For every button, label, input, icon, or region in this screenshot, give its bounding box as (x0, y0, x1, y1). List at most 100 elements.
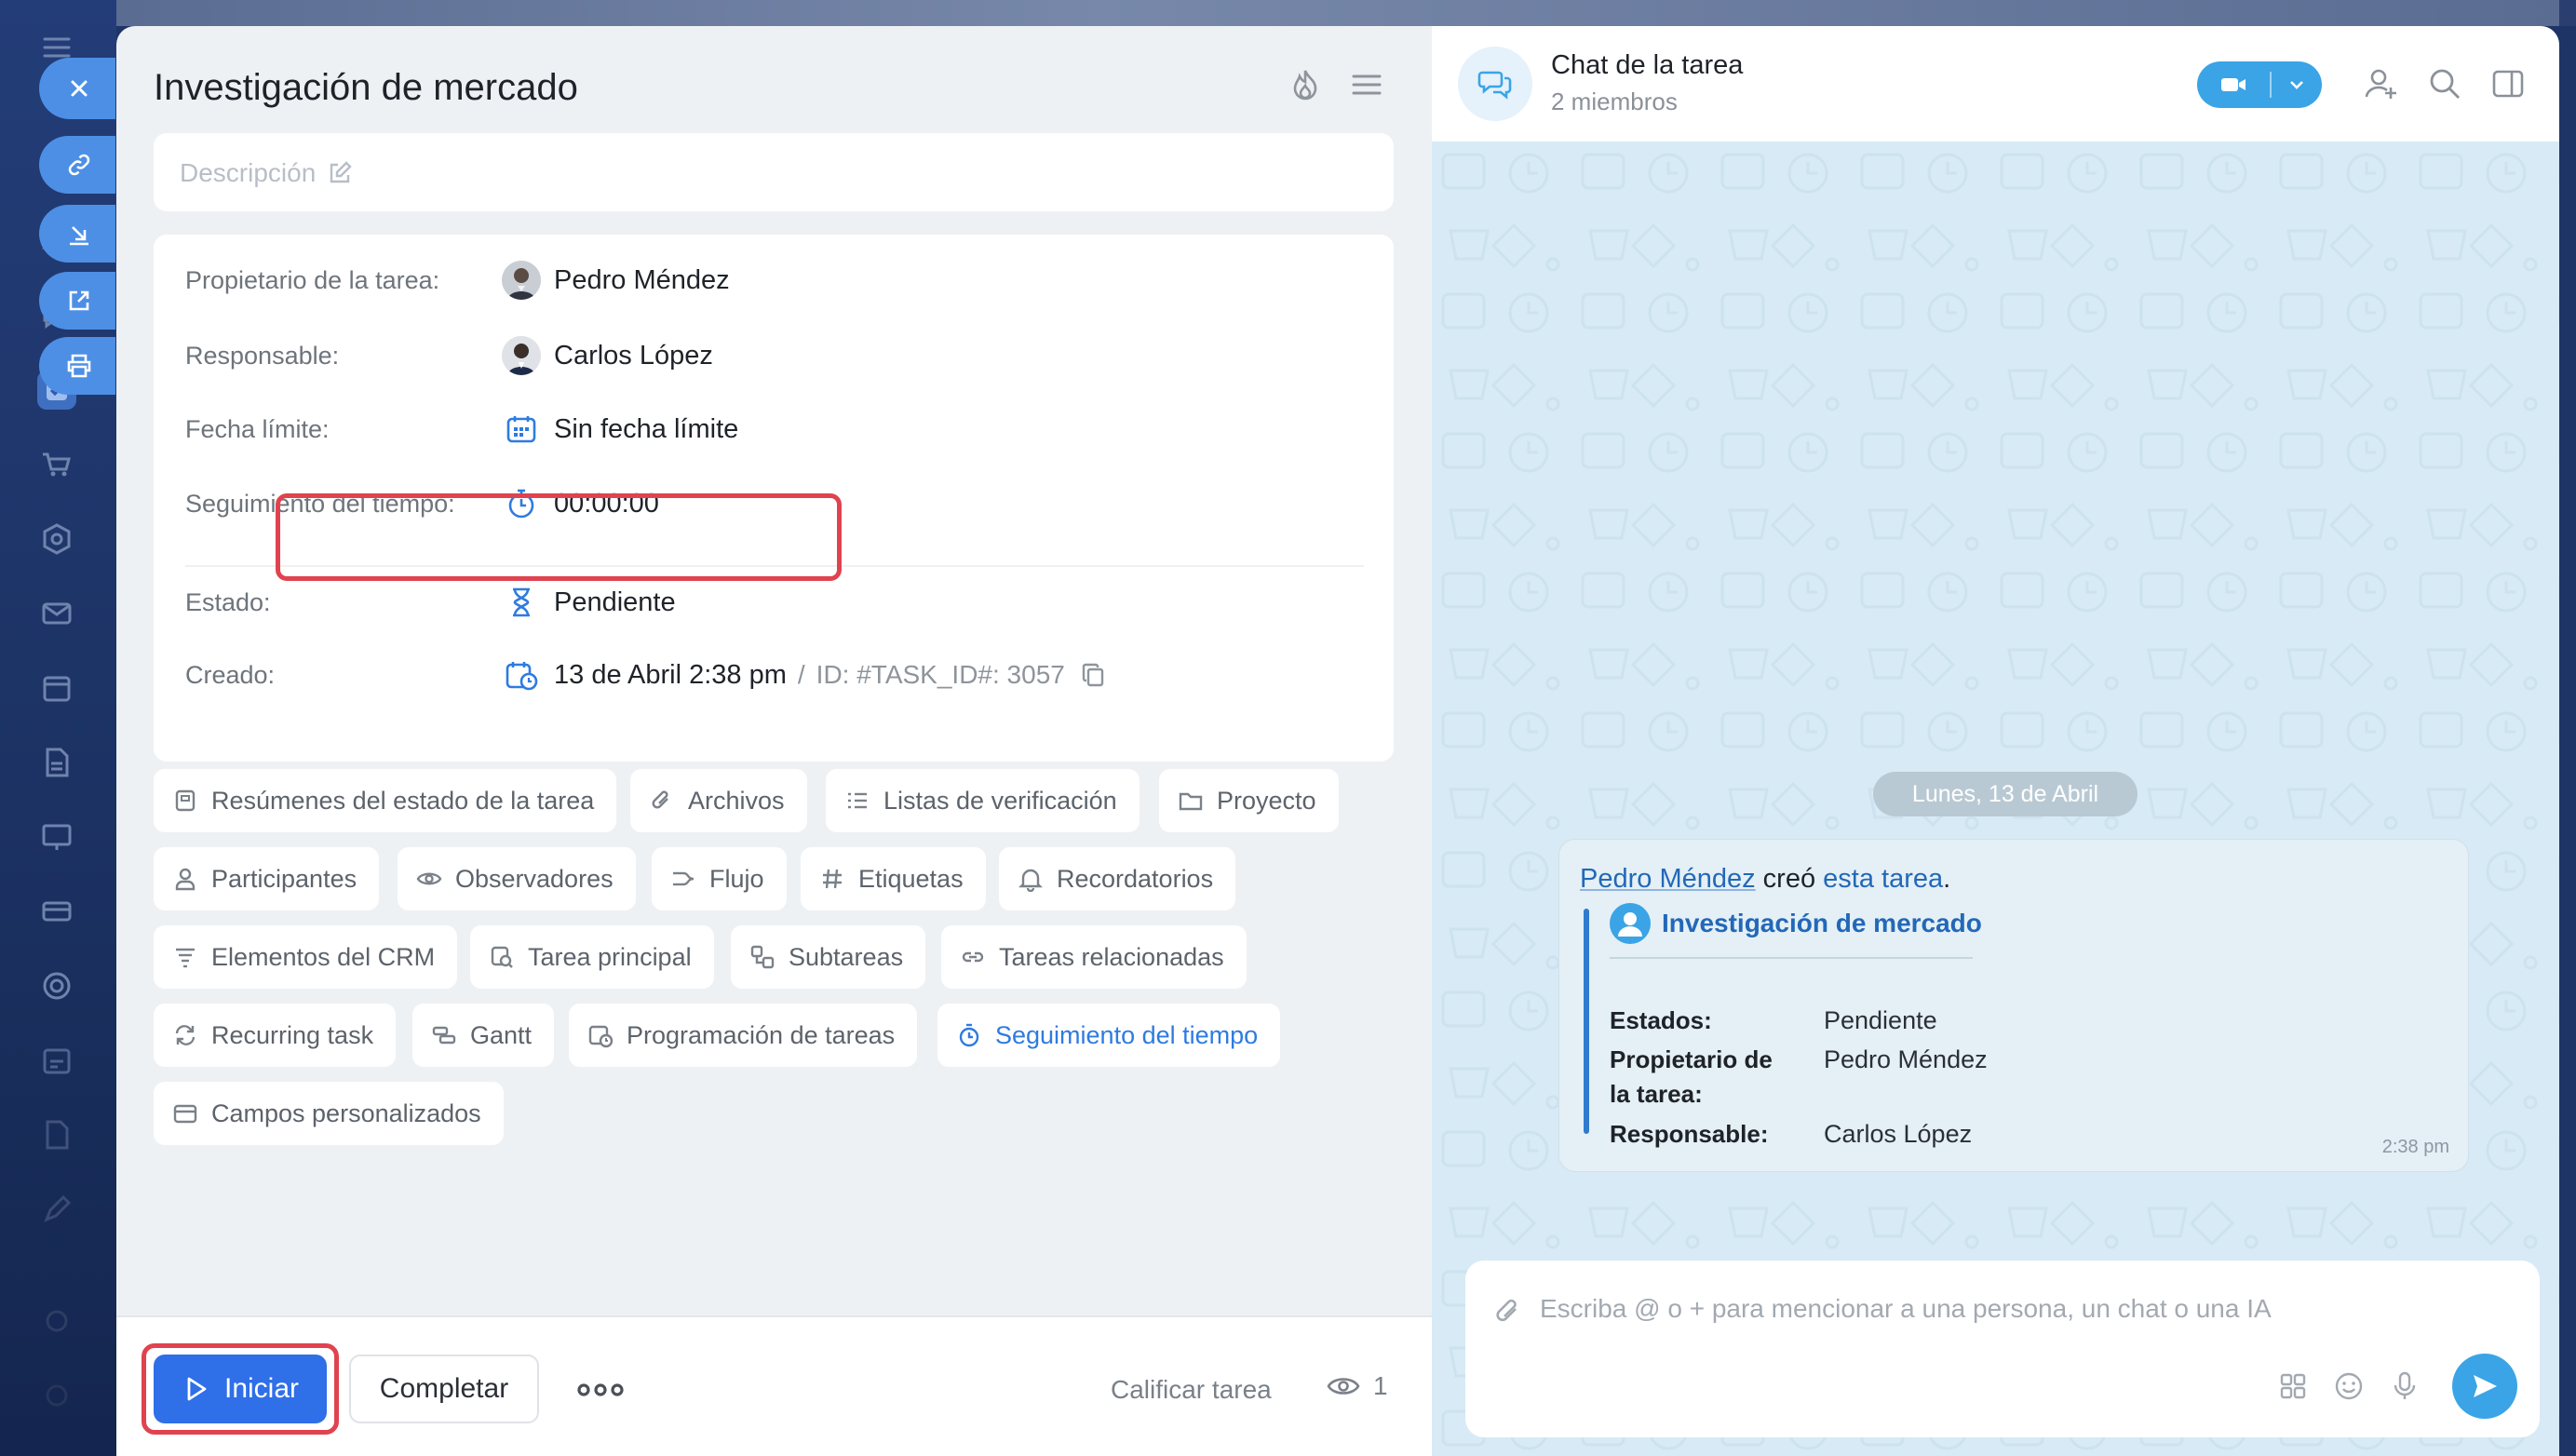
task-footer: Iniciar Completar Calificar tarea 1 (116, 1315, 1432, 1456)
chip-observers[interactable]: Observadores (398, 847, 636, 910)
settings-icon[interactable] (37, 1301, 76, 1341)
chip-label: Programación de tareas (627, 1020, 896, 1049)
chip-task-scheduling[interactable]: Programación de tareas (569, 1004, 918, 1067)
more-options-icon[interactable] (573, 1373, 628, 1407)
person-icon (175, 868, 196, 891)
chip-reminders[interactable]: Recordatorios (999, 847, 1236, 910)
start-button[interactable]: Iniciar (154, 1355, 327, 1423)
close-button[interactable] (39, 58, 115, 119)
chip-parent-task[interactable]: Tarea principal (470, 925, 714, 989)
quote-owner-value: Pedro Méndez (1824, 1045, 1988, 1073)
paperclip-icon (652, 790, 668, 809)
hexagon-icon[interactable] (37, 519, 76, 559)
chip-custom-fields[interactable]: Campos personalizados (154, 1082, 504, 1145)
responsible-name[interactable]: Carlos López (554, 341, 713, 371)
video-camera-icon (2197, 74, 2270, 95)
chip-related-tasks[interactable]: Tareas relacionadas (941, 925, 1247, 989)
chip-status-summaries[interactable]: Resúmenes del estado de la tarea (154, 769, 617, 832)
owner-name[interactable]: Pedro Méndez (554, 265, 730, 296)
paperclip-icon[interactable] (1491, 1294, 1525, 1328)
views-counter[interactable]: 1 (1327, 1371, 1388, 1401)
video-call-button[interactable] (2197, 61, 2322, 108)
flame-icon[interactable] (1286, 65, 1325, 104)
planner-icon[interactable] (37, 1041, 76, 1080)
card-icon[interactable] (37, 892, 76, 931)
target-icon[interactable] (37, 966, 76, 1005)
mail-icon[interactable] (37, 594, 76, 633)
chevron-down-icon[interactable] (2272, 79, 2322, 90)
hamburger-menu-icon[interactable] (1347, 65, 1386, 104)
quote-responsible-label: Responsable: (1610, 1120, 1769, 1148)
message-input[interactable] (1540, 1285, 2471, 1333)
chat-avatar (1458, 47, 1532, 121)
message-composer (1465, 1261, 2540, 1437)
form-icon[interactable] (37, 1115, 76, 1154)
minimize-button[interactable] (39, 205, 115, 263)
calendar-nav-icon[interactable] (37, 668, 76, 708)
funnel-icon (176, 948, 195, 968)
schedule-icon (588, 1025, 614, 1048)
gantt-icon (432, 1026, 456, 1045)
chip-project[interactable]: Proyecto (1159, 769, 1339, 832)
send-button[interactable] (2452, 1354, 2517, 1419)
checklist-icon (848, 792, 867, 809)
chip-subtasks[interactable]: Subtareas (731, 925, 926, 989)
chip-flow[interactable]: Flujo (652, 847, 787, 910)
apps-grid-icon[interactable] (2277, 1370, 2309, 1402)
chat-header: Chat de la tarea 2 miembros (1432, 26, 2559, 142)
hourglass-icon (502, 583, 541, 622)
pen-icon[interactable] (37, 1190, 76, 1229)
chip-files[interactable]: Archivos (630, 769, 807, 832)
chip-gantt[interactable]: Gantt (412, 1004, 555, 1067)
document-icon[interactable] (37, 743, 76, 782)
microphone-icon[interactable] (2389, 1370, 2421, 1402)
copy-link-button[interactable] (39, 136, 115, 194)
rate-task-link[interactable]: Calificar tarea (1111, 1375, 1272, 1405)
message-task-link[interactable]: esta tarea (1823, 864, 1943, 894)
help-icon[interactable] (37, 1376, 76, 1415)
send-icon (2474, 1375, 2497, 1397)
responsible-label: Responsable: (185, 341, 340, 370)
emoji-icon[interactable] (2333, 1370, 2365, 1402)
sidebar-toggle-icon[interactable] (2489, 65, 2527, 102)
owner-avatar[interactable] (502, 261, 541, 300)
chip-label: Proyecto (1217, 786, 1316, 815)
created-value: 13 de Abril 2:38 pm (554, 659, 787, 690)
chip-checklists[interactable]: Listas de verificación (826, 769, 1140, 832)
eye-icon (1327, 1378, 1360, 1395)
summary-icon (175, 789, 196, 812)
copy-icon[interactable] (1080, 661, 1108, 689)
message-author-link[interactable]: Pedro Méndez (1580, 864, 1756, 894)
quoted-task-link[interactable]: Investigación de mercado (1610, 903, 1982, 944)
chip-participants[interactable]: Participantes (154, 847, 380, 910)
chip-crm-elements[interactable]: Elementos del CRM (154, 925, 458, 989)
edit-icon[interactable] (327, 160, 353, 186)
chip-label: Subtareas (789, 942, 904, 971)
created-row: Creado: 13 de Abril 2:38 pm / ID: #TASK_… (185, 652, 1108, 698)
deadline-value[interactable]: Sin fecha límite (554, 414, 738, 445)
cart-icon[interactable] (37, 445, 76, 484)
chip-time-tracking[interactable]: Seguimiento del tiempo (937, 1004, 1281, 1067)
print-button[interactable] (39, 337, 115, 395)
play-icon (187, 1377, 207, 1401)
message-end: . (1943, 864, 1951, 894)
open-new-window-button[interactable] (39, 272, 115, 330)
chip-label: Campos personalizados (211, 1099, 481, 1127)
top-strip (116, 0, 2576, 26)
eye-icon (416, 872, 442, 885)
description-field[interactable]: Descripción (154, 133, 1394, 211)
add-member-icon[interactable] (2363, 65, 2400, 102)
presentation-icon[interactable] (37, 817, 76, 856)
deadline-label: Fecha límite: (185, 414, 330, 443)
stopwatch-icon (959, 1023, 979, 1047)
chat-members-count[interactable]: 2 miembros (1551, 88, 1678, 116)
chip-label: Etiquetas (858, 864, 964, 893)
chip-label: Tareas relacionadas (999, 942, 1224, 971)
complete-button[interactable]: Completar (349, 1355, 539, 1423)
user-avatar-icon (1610, 903, 1651, 944)
search-icon[interactable] (2426, 65, 2463, 102)
chip-tags[interactable]: Etiquetas (801, 847, 986, 910)
chip-recurring-task[interactable]: Recurring task (154, 1004, 397, 1067)
responsible-avatar[interactable] (502, 336, 541, 375)
chip-label: Seguimiento del tiempo (995, 1020, 1259, 1049)
